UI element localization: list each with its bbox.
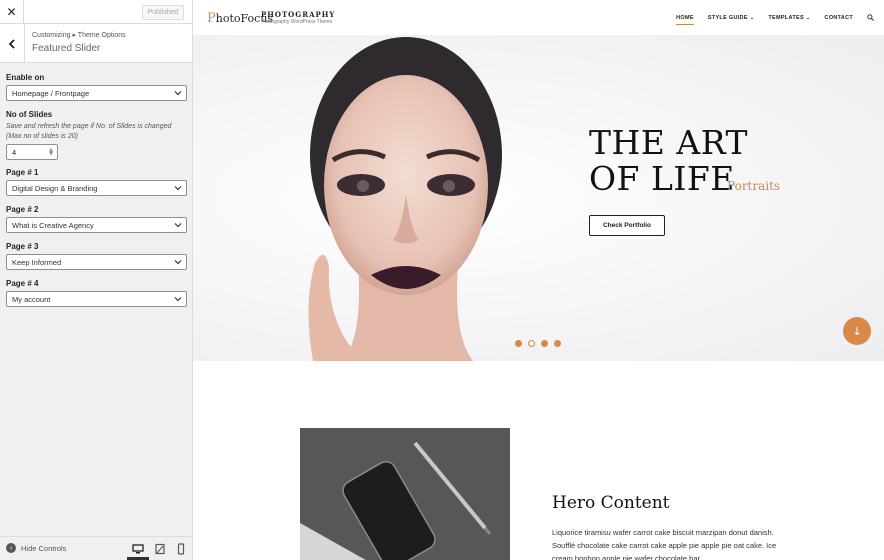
hide-controls-label: Hide Controls xyxy=(21,543,67,553)
page-4-label: Page # 4 xyxy=(6,279,39,288)
page-1-select[interactable]: Digital Design & Branding xyxy=(6,180,187,196)
site-title[interactable]: PHOTOGRAPHY xyxy=(261,10,335,19)
phone-notebook-image xyxy=(300,428,510,560)
hero-accent-text: Portraits xyxy=(727,179,781,193)
no-of-slides-label: No of Slides xyxy=(6,110,53,119)
slider-dot-3[interactable] xyxy=(541,340,548,347)
nav-item-style-guide[interactable]: STYLE GUIDE ⌄ xyxy=(708,15,754,21)
page-2-label: Page # 2 xyxy=(6,205,39,214)
featured-slider: THE ART OF LIFE Portraits Check Portfoli… xyxy=(193,35,884,361)
section-header: Customizing ▸ Theme Options Featured Sli… xyxy=(0,24,192,63)
customizer-panel: ✕ Published Customizing ▸ Theme Options … xyxy=(0,0,193,560)
search-icon[interactable] xyxy=(867,14,874,21)
arrow-down-icon: ↓ xyxy=(852,324,862,338)
breadcrumb: Customizing ▸ Theme Options xyxy=(32,32,126,39)
tablet-icon[interactable] xyxy=(154,543,166,555)
chevron-down-icon xyxy=(174,186,182,191)
hero-heading-line-1: THE ART xyxy=(589,123,748,162)
enable-on-label: Enable on xyxy=(6,73,45,82)
page-3-select[interactable]: Keep Informed xyxy=(6,254,187,270)
hero-content-section: Hero Content Liquorice tiramisu wafer ca… xyxy=(193,361,884,560)
hide-controls-button[interactable]: ‹ Hide Controls xyxy=(6,543,66,553)
hero-content-title: Hero Content xyxy=(552,493,670,513)
nav-label: TEMPLATES xyxy=(768,14,804,21)
page-4-value: My account xyxy=(12,294,51,304)
main-nav: HOME STYLE GUIDE ⌄ TEMPLATES ⌄ CONTACT xyxy=(662,14,874,25)
no-of-slides-description: Save and refresh the page if No. of Slid… xyxy=(6,123,172,140)
nav-label: STYLE GUIDE xyxy=(707,14,748,21)
site-description: Photography WordPress Theme xyxy=(261,19,333,25)
chevron-left-icon xyxy=(8,38,15,49)
close-customizer-button[interactable]: ✕ xyxy=(0,0,24,24)
spinner-icon[interactable]: ▲ ▼ xyxy=(49,148,53,157)
page-4-select[interactable]: My account xyxy=(6,291,187,307)
chevron-down-icon: ⌄ xyxy=(749,14,755,21)
chevron-down-icon xyxy=(174,260,182,265)
page-1-label: Page # 1 xyxy=(6,168,39,177)
page-2-value: What is Creative Agency xyxy=(12,220,94,230)
published-button[interactable]: Published xyxy=(142,5,184,20)
mobile-icon[interactable] xyxy=(175,543,187,555)
site-preview: PhotoFocus PHOTOGRAPHY Photography WordP… xyxy=(193,0,884,560)
desktop-icon[interactable] xyxy=(132,543,144,555)
phone-notebook-illustration xyxy=(300,428,510,560)
enable-on-select[interactable]: Homepage / Frontpage xyxy=(6,85,187,101)
slider-dot-4[interactable] xyxy=(554,340,561,347)
scroll-down-button[interactable]: ↓ xyxy=(843,317,871,345)
page-3-label: Page # 3 xyxy=(6,242,39,251)
collapse-icon: ‹ xyxy=(6,543,16,553)
customizer-topbar: ✕ Published xyxy=(0,0,192,24)
hero-content-text: Liquorice tiramisu wafer carrot cake bis… xyxy=(552,528,777,560)
site-header: PhotoFocus PHOTOGRAPHY Photography WordP… xyxy=(193,0,884,35)
portrait-image xyxy=(308,37,502,361)
page-2-select[interactable]: What is Creative Agency xyxy=(6,217,187,233)
nav-item-contact[interactable]: CONTACT xyxy=(824,15,853,21)
check-portfolio-button[interactable]: Check Portfolio xyxy=(589,215,665,236)
section-title: Featured Slider xyxy=(32,43,101,54)
customizer-footer: ‹ Hide Controls xyxy=(0,536,192,560)
nav-item-home[interactable]: HOME xyxy=(676,14,694,25)
page-1-value: Digital Design & Branding xyxy=(12,183,98,193)
chevron-down-icon xyxy=(174,297,182,302)
close-icon: ✕ xyxy=(6,5,17,19)
no-of-slides-input[interactable]: 4 ▲ ▼ xyxy=(6,144,58,160)
chevron-down-icon xyxy=(174,223,182,228)
hero-heading-line-2: OF LIFE xyxy=(589,159,735,198)
chevron-down-icon xyxy=(174,91,182,96)
slider-pagination xyxy=(515,340,561,347)
nav-label: HOME xyxy=(676,14,694,21)
nav-item-templates[interactable]: TEMPLATES ⌄ xyxy=(768,15,810,21)
chevron-down-icon: ⌄ xyxy=(805,14,811,21)
enable-on-value: Homepage / Frontpage xyxy=(12,88,90,98)
no-of-slides-value: 4 xyxy=(12,147,17,157)
slider-dot-1[interactable] xyxy=(515,340,522,347)
nav-label: CONTACT xyxy=(824,14,853,21)
page-3-value: Keep Informed xyxy=(12,257,62,267)
back-button[interactable] xyxy=(0,24,25,63)
slider-dot-2[interactable] xyxy=(528,340,535,347)
